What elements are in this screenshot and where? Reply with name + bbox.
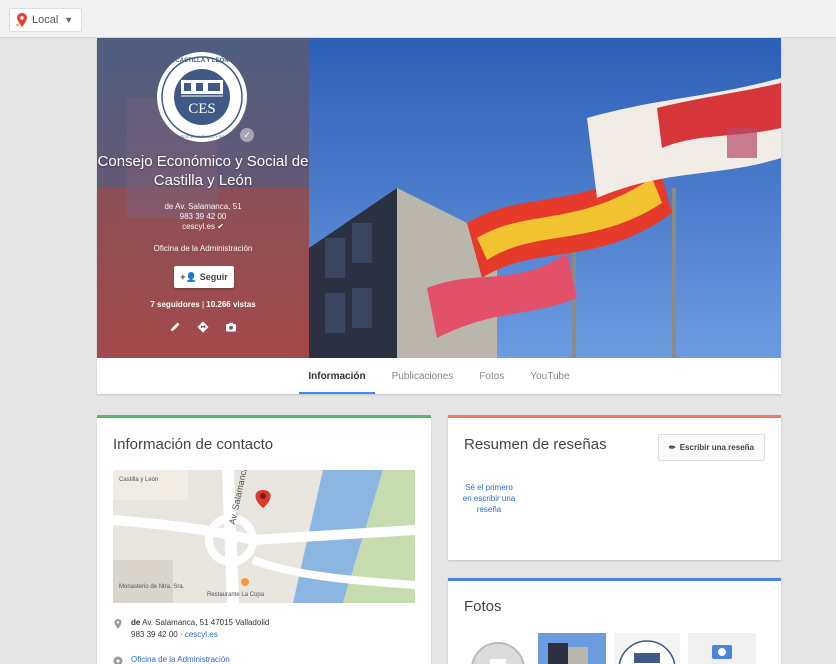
photo-thumb-logo[interactable]: [614, 633, 680, 664]
location-pin-icon: [114, 619, 122, 629]
followers-count[interactable]: 7 seguidores: [150, 300, 199, 309]
contact-address-prefix: de: [131, 618, 141, 627]
reviews-title: Resumen de reseñas: [464, 436, 607, 453]
profile-header: CES CASTILLA Y LEÓN CONSEJO ECONÓMICO Y …: [97, 38, 781, 394]
top-bar: Local ▼: [0, 0, 836, 38]
contact-category[interactable]: Oficina de la Administración: [131, 655, 230, 664]
tab-fotos[interactable]: Fotos: [466, 358, 517, 394]
logo-ring-top: CASTILLA Y LEÓN: [175, 56, 228, 64]
contact-separator: ·: [179, 630, 183, 639]
write-review-button[interactable]: ✏ Escribir una reseña: [658, 434, 765, 461]
follow-button[interactable]: +👤 Seguir: [174, 266, 234, 288]
contact-phone-web-line: 983 39 42 00 · cescyl.es: [131, 630, 269, 639]
header-actions: [97, 320, 309, 334]
first-review-link[interactable]: Sé el primero en escribir una reseña: [460, 482, 518, 515]
logo-text: CES: [188, 101, 216, 117]
contact-address: Av. Salamanca, 51 47015 Valladolid: [142, 618, 270, 627]
verified-icon: ✓: [240, 128, 254, 142]
photo-thumb-avatar[interactable]: [468, 633, 528, 664]
tab-publicaciones[interactable]: Publicaciones: [379, 358, 467, 394]
photos-title: Fotos: [464, 598, 502, 615]
profile-tabs: Información Publicaciones Fotos YouTube: [97, 358, 781, 394]
header-contact: de Av. Salamanca, 51 983 39 42 00 cescyl…: [97, 202, 309, 232]
header-category[interactable]: Oficina de la Administración: [97, 244, 309, 253]
stats-separator: |: [201, 300, 205, 309]
header-address: de Av. Salamanca, 51: [164, 202, 242, 211]
photo-thumb-building[interactable]: [538, 633, 606, 664]
profile-stats: 7 seguidores | 10.266 vistas: [97, 300, 309, 309]
local-label: Local: [32, 14, 59, 26]
header-website[interactable]: cescyl.es: [182, 222, 215, 231]
contact-address-line: de Av. Salamanca, 51 47015 Valladolid: [131, 618, 269, 627]
write-review-label: Escribir una reseña: [679, 443, 754, 452]
map-pin-icon: [16, 13, 27, 27]
location-map[interactable]: Av. Salamanca Castilla y León Monasterio…: [113, 470, 415, 603]
contact-website[interactable]: cescyl.es: [185, 630, 218, 639]
map-label-restaurant: Restaurante La Copa: [207, 592, 265, 598]
verified-website-icon: ✔: [217, 222, 224, 231]
chevron-down-icon: ▼: [64, 15, 74, 25]
contact-card: Información de contacto Av. Salamanca Ca…: [97, 415, 431, 664]
contact-category-row: Oficina de la Administración: [113, 655, 230, 664]
map-label-top-left: Castilla y León: [119, 477, 158, 483]
directions-icon[interactable]: [196, 320, 210, 334]
map-image: Av. Salamanca Castilla y León Monasterio…: [113, 470, 415, 603]
follow-label: Seguir: [199, 272, 228, 282]
category-icon: [113, 656, 123, 664]
contact-title: Información de contacto: [113, 436, 274, 453]
local-dropdown[interactable]: Local ▼: [9, 8, 83, 32]
pencil-icon[interactable]: [168, 320, 182, 334]
add-person-icon: +👤: [180, 271, 197, 282]
reviews-card: Resumen de reseñas ✏ Escribir una reseña…: [448, 415, 781, 560]
tab-youtube[interactable]: YouTube: [517, 358, 582, 394]
header-phone[interactable]: 983 39 42 00: [97, 212, 309, 222]
tab-informacion[interactable]: Información: [295, 358, 378, 394]
add-photo-button[interactable]: [688, 633, 756, 664]
photos-card: Fotos: [448, 578, 781, 664]
camera-icon[interactable]: [224, 320, 238, 334]
views-count: 10.266 vistas: [206, 300, 256, 309]
contact-phone[interactable]: 983 39 42 00: [131, 630, 178, 639]
map-label-bottom-left: Monasterio de Ntra. Sra.: [119, 584, 185, 590]
logo-ring-bottom: CONSEJO ECONÓMICO Y SOCIAL: [171, 134, 233, 139]
ces-logo: CES CASTILLA Y LEÓN CONSEJO ECONÓMICO Y …: [157, 52, 247, 142]
cover-photo: CES CASTILLA Y LEÓN CONSEJO ECONÓMICO Y …: [97, 38, 781, 358]
pencil-icon: ✏: [669, 443, 676, 452]
contact-address-row: de Av. Salamanca, 51 47015 Valladolid 98…: [113, 618, 269, 639]
org-name: Consejo Económico y Social de Castilla y…: [97, 153, 309, 189]
contact-address-block: de Av. Salamanca, 51 47015 Valladolid 98…: [131, 618, 269, 639]
header-website-row: cescyl.es ✔: [97, 222, 309, 232]
